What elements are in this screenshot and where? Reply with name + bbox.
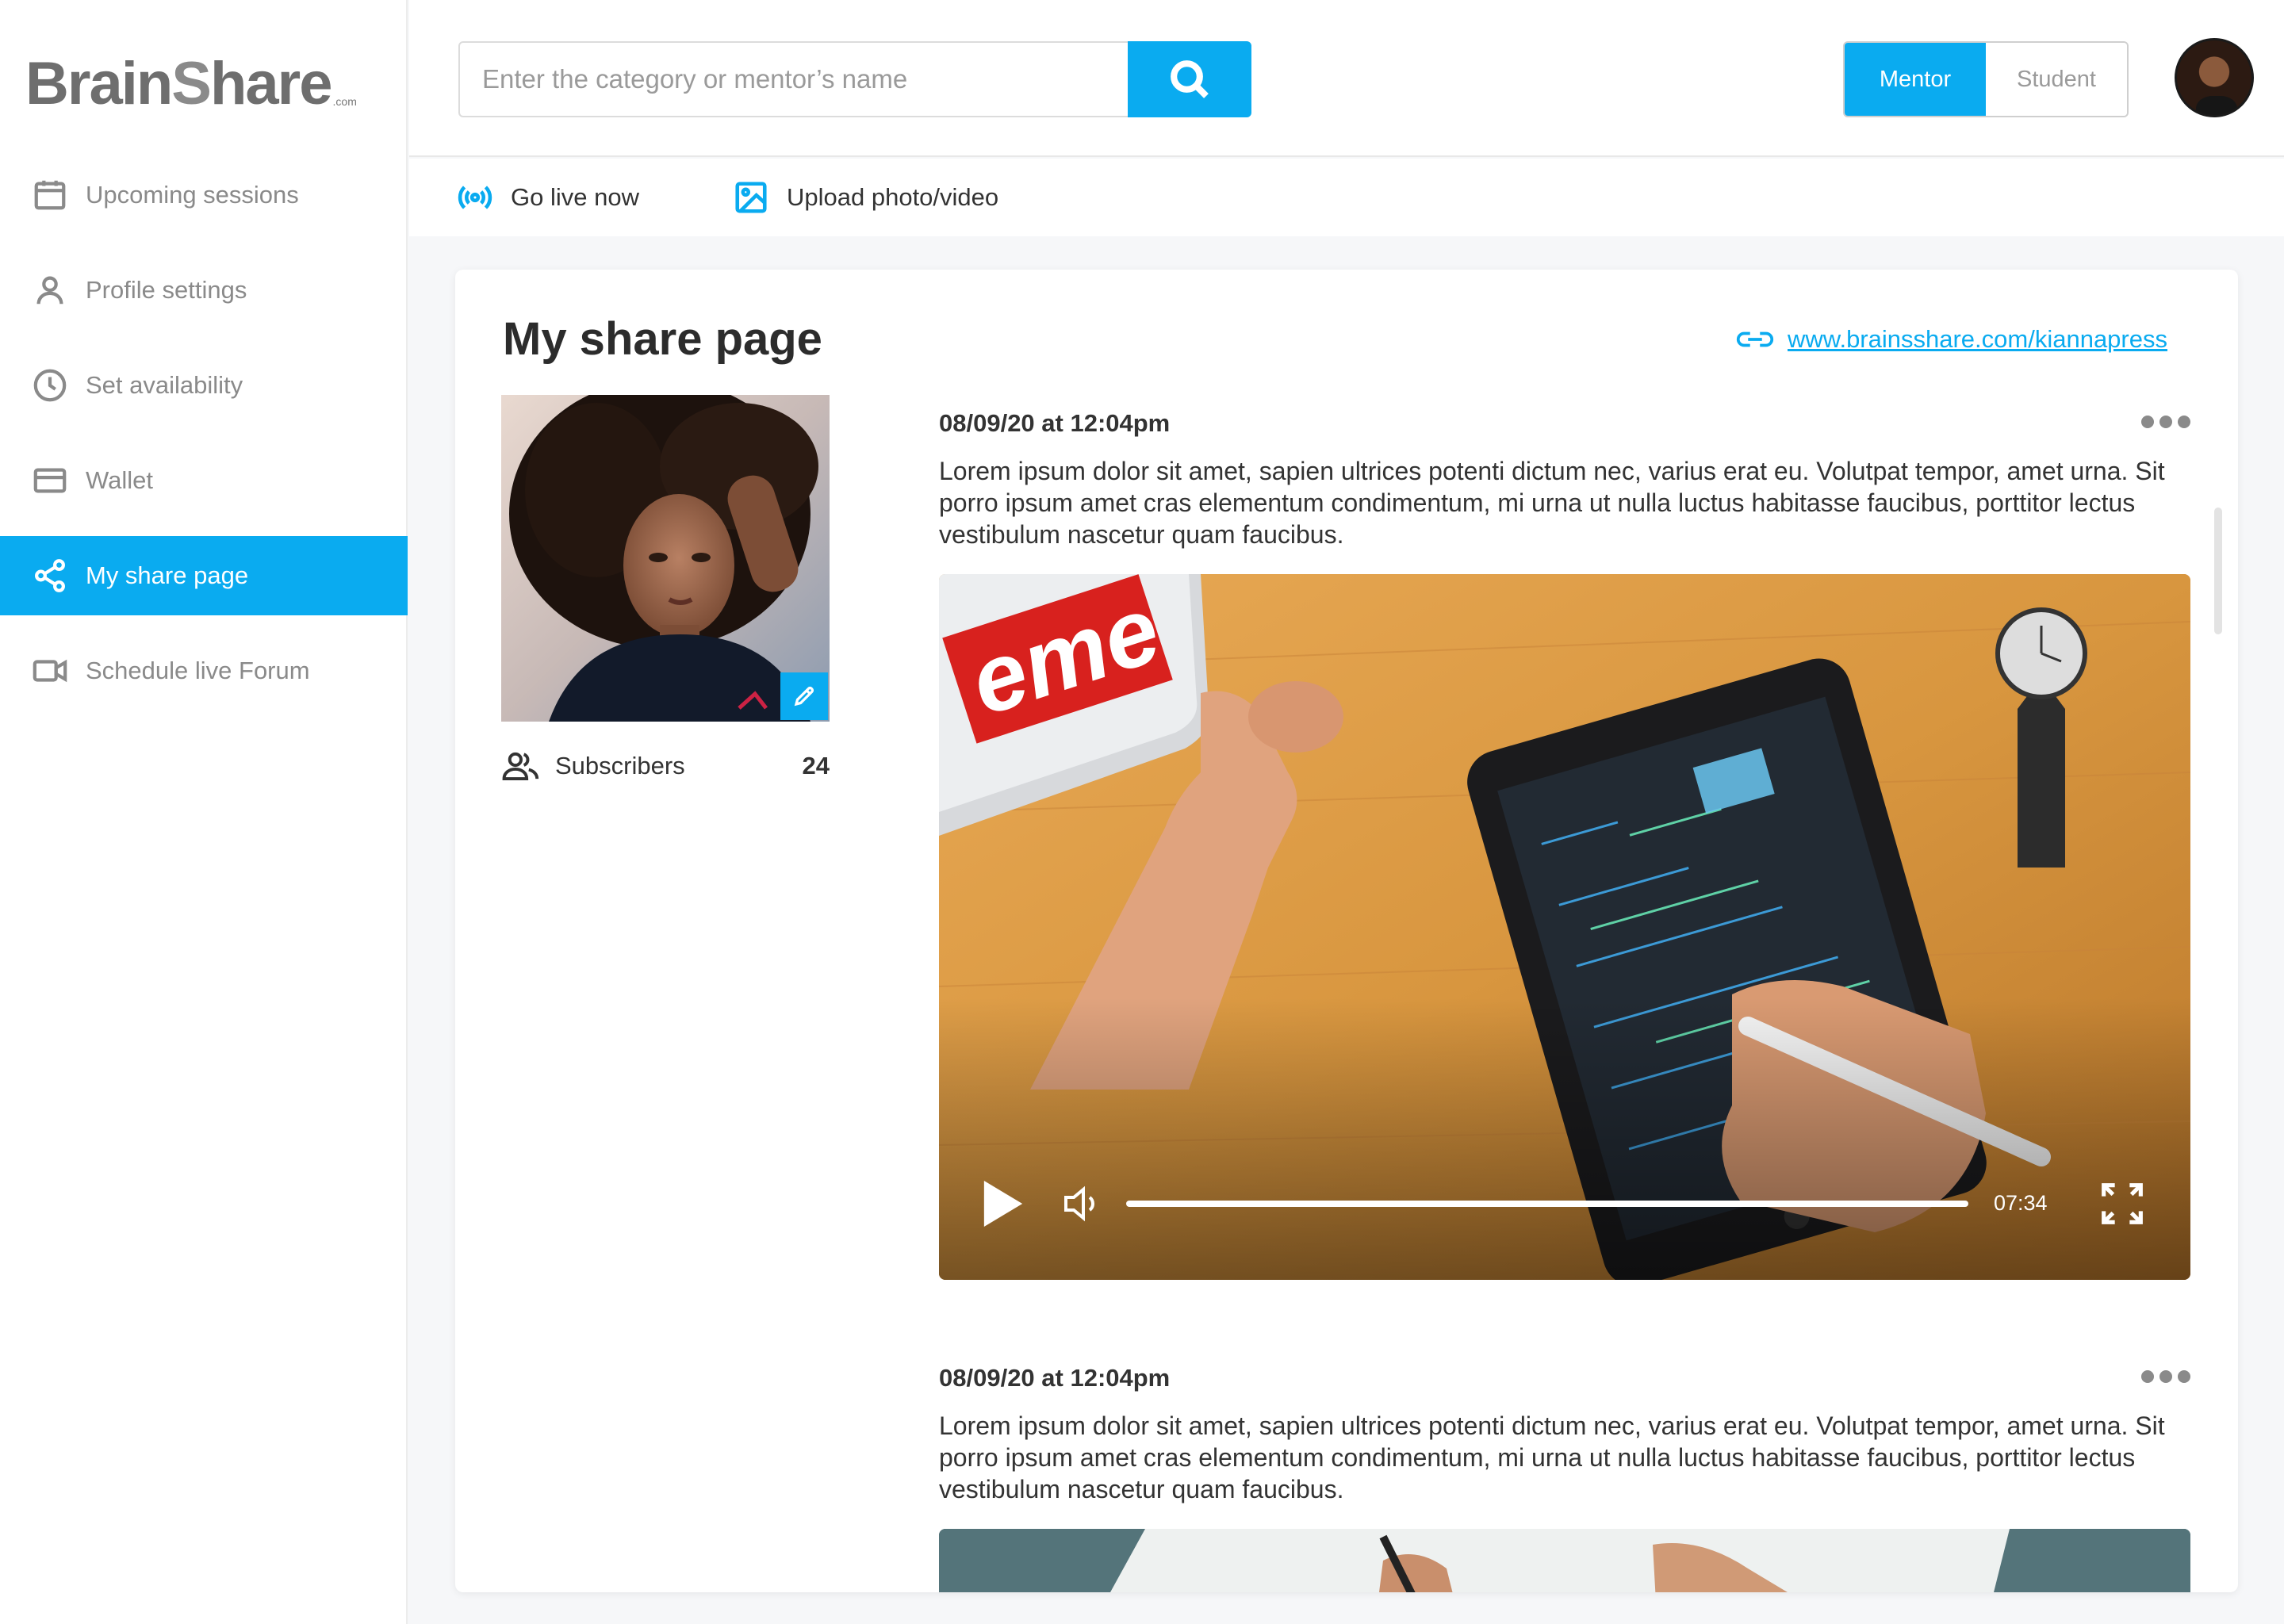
broadcast-icon (458, 186, 492, 209)
share-page-card: My share page www.brainsshare.com/kianna… (455, 270, 2238, 1592)
logo-suffix: .com (332, 95, 357, 108)
post-date: 08/09/20 at 12:04pm (939, 409, 1171, 437)
post: 08/09/20 at 12:04pm Lorem ipsum dolor si… (939, 409, 2190, 1280)
video-camera-icon (32, 653, 68, 689)
post: 08/09/20 at 12:04pm Lorem ipsum dolor si… (939, 1364, 2190, 1592)
sidebar-nav: Upcoming sessions Profile settings Set a… (0, 155, 408, 726)
share-page-link[interactable]: www.brainsshare.com/kiannapress (1735, 325, 2167, 354)
go-live-button[interactable]: Go live now (457, 179, 639, 216)
sidebar-item-label: Schedule live Forum (86, 657, 310, 684)
upload-media-button[interactable]: Upload photo/video (733, 179, 998, 216)
user-icon (32, 272, 68, 308)
play-button[interactable] (983, 1181, 1023, 1227)
search-bar (458, 41, 1251, 117)
video-player[interactable]: eme (939, 574, 2190, 1280)
mentor-toggle-button[interactable]: Mentor (1845, 43, 1986, 116)
fullscreen-button[interactable] (2100, 1182, 2144, 1226)
volume-button[interactable] (1063, 1185, 1104, 1223)
sidebar-item-set-availability[interactable]: Set availability (0, 346, 408, 425)
post-media[interactable] (939, 1529, 2190, 1592)
brand-logo[interactable]: Brain S hare .com (25, 35, 374, 114)
sidebar-item-label: My share page (86, 561, 249, 589)
sidebar-item-profile-settings[interactable]: Profile settings (0, 251, 408, 330)
upload-label: Upload photo/video (787, 183, 999, 211)
sidebar-item-label: Set availability (86, 371, 243, 399)
page-title: My share page (503, 313, 822, 365)
sidebar: Brain S hare .com Upcoming sessions Prof… (0, 0, 408, 1624)
top-header: Mentor Student (409, 0, 2284, 157)
sidebar-item-label: Upcoming sessions (86, 181, 299, 209)
post-date: 08/09/20 at 12:04pm (939, 1364, 1171, 1392)
subscribers-count: 24 (802, 752, 830, 779)
sidebar-item-my-share-page[interactable]: My share page (0, 536, 408, 615)
content-scrollbar[interactable] (2214, 508, 2222, 634)
link-icon (1736, 331, 1774, 347)
post-text: Lorem ipsum dolor sit amet, sapien ultri… (939, 457, 2165, 549)
post-more-options-button[interactable] (2141, 1370, 2190, 1386)
search-button[interactable] (1128, 41, 1251, 117)
clock-icon (32, 367, 68, 404)
sidebar-item-label: Wallet (86, 466, 153, 494)
pencil-icon (794, 686, 814, 707)
share-icon (32, 557, 68, 594)
calendar-icon (32, 177, 68, 213)
post-text: Lorem ipsum dolor sit amet, sapien ultri… (939, 1411, 2165, 1503)
volume-icon (1064, 1185, 1094, 1222)
role-toggle: Mentor Student (1843, 41, 2129, 117)
logo-text-2: S (171, 50, 212, 117)
video-duration: 07:34 (1994, 1191, 2048, 1215)
video-progress-bar[interactable] (1126, 1201, 1968, 1207)
go-live-label: Go live now (511, 183, 639, 211)
student-toggle-button[interactable]: Student (1986, 43, 2127, 116)
logo-text-3: hare (209, 50, 333, 117)
post-image (939, 1529, 2190, 1592)
post-more-options-button[interactable] (2141, 416, 2190, 431)
video-controls: 07:34 (939, 1145, 2190, 1280)
sidebar-item-wallet[interactable]: Wallet (0, 441, 408, 520)
fullscreen-icon (2102, 1183, 2143, 1224)
edit-photo-button[interactable] (780, 672, 828, 720)
search-icon (1171, 60, 1209, 98)
search-input[interactable] (482, 56, 1101, 103)
subscribers-label: Subscribers (555, 752, 685, 779)
sidebar-item-label: Profile settings (86, 276, 247, 304)
logo-text-1: Brain (25, 50, 173, 117)
sidebar-item-schedule-live-forum[interactable]: Schedule live Forum (0, 631, 408, 710)
play-icon (983, 1181, 1023, 1227)
credit-card-icon (32, 462, 68, 499)
user-avatar[interactable] (2175, 38, 2254, 117)
share-page-url: www.brainsshare.com/kiannapress (1788, 325, 2167, 353)
subscribers-row: Subscribers 24 (501, 749, 830, 783)
image-icon (735, 182, 767, 213)
action-bar: Go live now Upload photo/video (409, 159, 2284, 236)
sidebar-item-upcoming-sessions[interactable]: Upcoming sessions (0, 155, 408, 235)
users-icon (502, 752, 539, 781)
